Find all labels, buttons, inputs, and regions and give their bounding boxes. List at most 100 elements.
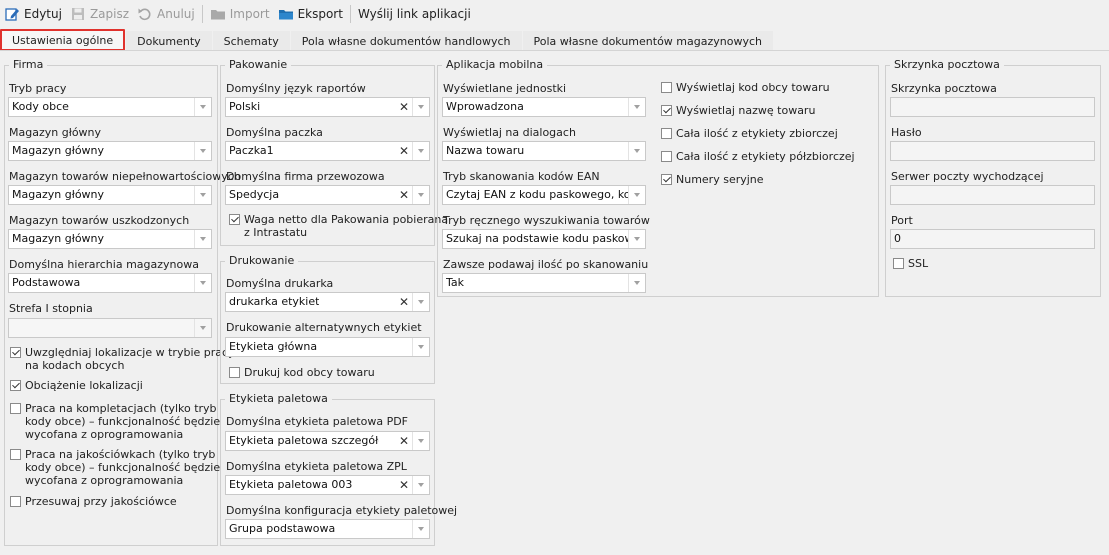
clear-icon[interactable]: ✕ [396, 293, 412, 311]
chk-label-line: wycofana z oprogramowania [25, 474, 184, 487]
checkbox[interactable] [10, 347, 21, 358]
checkbox[interactable] [661, 128, 672, 139]
chk-move-quality[interactable]: Przesuwaj przy jakościówce [10, 495, 177, 508]
checkbox[interactable] [229, 367, 240, 378]
checkbox[interactable] [661, 82, 672, 93]
chk-show-product-name[interactable]: Wyświetlaj nazwę towaru [661, 104, 815, 117]
checkbox[interactable] [661, 105, 672, 116]
checkbox[interactable] [10, 380, 21, 391]
clear-icon[interactable]: ✕ [396, 142, 412, 160]
chevron-down-icon[interactable] [194, 274, 211, 292]
main-warehouse-select[interactable]: Magazyn główny [8, 141, 212, 161]
checkbox[interactable] [10, 403, 21, 414]
clear-icon[interactable]: ✕ [396, 186, 412, 204]
chevron-down-icon[interactable] [412, 186, 429, 204]
chk-label: Drukuj kod obcy towaru [244, 366, 375, 379]
chevron-down-icon[interactable] [628, 230, 645, 248]
chevron-down-icon[interactable] [412, 432, 429, 450]
work-mode-select[interactable]: Kody obce [8, 97, 212, 117]
save-button[interactable]: Zapisz [66, 2, 133, 26]
chk-full-qty-collective[interactable]: Cała ilość z etykiety zbiorczej [661, 127, 838, 140]
chk-label-line: Uwzględniaj lokalizacje w trybie pracy [25, 346, 235, 359]
export-button[interactable]: Eksport [274, 2, 347, 26]
chevron-down-icon[interactable] [194, 230, 211, 248]
chevron-down-icon[interactable] [628, 274, 645, 292]
checkbox[interactable] [10, 496, 21, 507]
checkbox[interactable] [10, 449, 21, 460]
chevron-down-icon[interactable] [412, 520, 429, 538]
chevron-down-icon[interactable] [194, 142, 211, 160]
cancel-button[interactable]: Anuluj [133, 2, 199, 26]
chk-ssl[interactable]: SSL [893, 257, 928, 270]
pallet-pdf-select[interactable]: Etykieta paletowa szczegółowa ... ✕ [225, 431, 430, 451]
hierarchy-select[interactable]: Podstawowa [8, 273, 212, 293]
chevron-down-icon[interactable] [628, 186, 645, 204]
tab-general-settings[interactable]: Ustawienia ogólne [0, 29, 126, 51]
chevron-down-icon[interactable] [628, 98, 645, 116]
zone-label: Strefa I stopnia [9, 302, 93, 315]
chevron-down-icon[interactable] [412, 293, 429, 311]
pallet-config-label: Domyślna konfiguracja etykiety paletowej [226, 504, 458, 517]
port-input[interactable]: 0 [890, 229, 1095, 249]
tab-custom-fields-warehouse[interactable]: Pola własne dokumentów magazynowych [522, 31, 773, 51]
damaged-warehouse-select[interactable]: Magazyn główny [8, 229, 212, 249]
chk-full-qty-semi-collective[interactable]: Cała ilość z etykiety półzbiorczej [661, 150, 855, 163]
chevron-down-icon[interactable] [628, 142, 645, 160]
dialogs-label: Wyświetlaj na dialogach [443, 126, 576, 139]
chk-show-foreign-code[interactable]: Wyświetlaj kod obcy towaru [661, 81, 830, 94]
chk-label-line: Waga netto dla Pakowania pobierana [244, 213, 449, 226]
units-select[interactable]: Wprowadzona [442, 97, 646, 117]
tab-schemes[interactable]: Schematy [212, 31, 290, 51]
carrier-select[interactable]: Spedycja ✕ [225, 185, 430, 205]
edit-label: Edytuj [24, 7, 62, 21]
manual-search-select[interactable]: Szukaj na podstawie kodu paskowe... [442, 229, 646, 249]
chevron-down-icon[interactable] [194, 186, 211, 204]
import-button[interactable]: Import [206, 2, 274, 26]
chk-label: Numery seryjne [676, 173, 764, 186]
password-input[interactable] [890, 141, 1095, 161]
checkbox[interactable] [661, 174, 672, 185]
checkbox[interactable] [893, 258, 904, 269]
chk-label-line: Praca na kompletacjach (tylko tryb [25, 402, 217, 415]
chevron-down-icon[interactable] [194, 98, 211, 116]
edit-button[interactable]: Edytuj [0, 2, 66, 26]
qty-after-scan-value: Tak [446, 276, 465, 289]
tab-documents[interactable]: Dokumenty [126, 31, 212, 51]
substandard-warehouse-select[interactable]: Magazyn główny [8, 185, 212, 205]
clear-icon[interactable]: ✕ [396, 98, 412, 116]
group-skrzynka-title: Skrzynka pocztowa [890, 58, 1004, 71]
chk-quality[interactable]: Praca na jakościówkach (tylko tryb kody o… [10, 448, 220, 487]
default-printer-select[interactable]: drukarka etykiet ✕ [225, 292, 430, 312]
pallet-config-select[interactable]: Grupa podstawowa [225, 519, 430, 539]
chevron-down-icon[interactable] [412, 338, 429, 356]
tab-custom-fields-trade[interactable]: Pola własne dokumentów handlowych [290, 31, 522, 51]
chk-net-weight-intrastat[interactable]: Waga netto dla Pakowania pobierana z Intr… [229, 213, 448, 239]
chk-location-load[interactable]: Obciążenie lokalizacji [10, 379, 143, 392]
chk-print-foreign-code[interactable]: Drukuj kod obcy towaru [229, 366, 375, 379]
clear-icon[interactable]: ✕ [396, 432, 412, 450]
send-link-button[interactable]: Wyślij link aplikacji [354, 2, 475, 26]
alt-labels-select[interactable]: Etykieta główna [225, 337, 430, 357]
report-language-select[interactable]: Polski ✕ [225, 97, 430, 117]
chevron-down-icon[interactable] [412, 142, 429, 160]
send-link-label: Wyślij link aplikacji [357, 7, 471, 21]
clear-icon[interactable]: ✕ [396, 476, 412, 494]
dialogs-select[interactable]: Nazwa towaru [442, 141, 646, 161]
pallet-zpl-select[interactable]: Etykieta paletowa 003 ✕ [225, 475, 430, 495]
smtp-server-input[interactable] [890, 185, 1095, 205]
default-package-select[interactable]: Paczka1 ✕ [225, 141, 430, 161]
chevron-down-icon[interactable] [194, 319, 211, 337]
qty-after-scan-select[interactable]: Tak [442, 273, 646, 293]
units-label: Wyświetlane jednostki [443, 82, 567, 95]
zone-select[interactable] [8, 318, 212, 338]
chevron-down-icon[interactable] [412, 476, 429, 494]
chk-serial-numbers[interactable]: Numery seryjne [661, 173, 764, 186]
mailbox-input[interactable] [890, 97, 1095, 117]
chevron-down-icon[interactable] [412, 98, 429, 116]
checkbox[interactable] [229, 214, 240, 225]
ean-mode-select[interactable]: Czytaj EAN z kodu paskowego, kod... [442, 185, 646, 205]
checkbox[interactable] [661, 151, 672, 162]
chk-locations-foreign-codes[interactable]: Uwzględniaj lokalizacje w trybie pracy na… [10, 346, 235, 372]
chk-kitting[interactable]: Praca na kompletacjach (tylko tryb kody o… [10, 402, 220, 441]
toolbar-separator [349, 5, 351, 23]
